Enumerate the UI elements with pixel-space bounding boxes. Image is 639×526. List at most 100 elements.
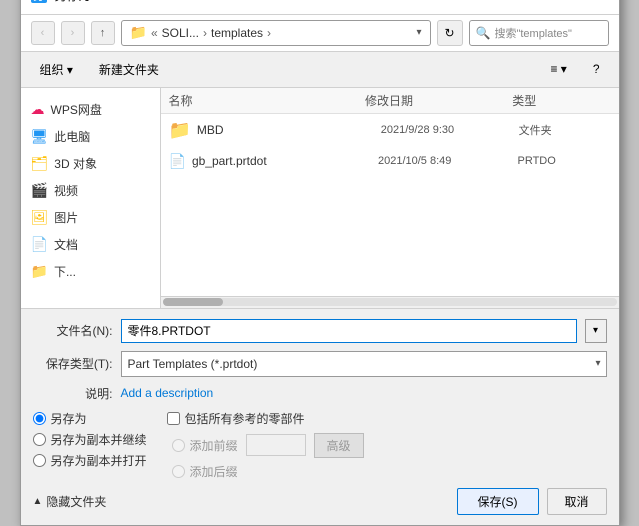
- radio-add-prefix: 添加前缀: [172, 437, 238, 454]
- file-name-mbd: MBD: [197, 123, 381, 137]
- file-gbpart-icon: 📄: [169, 153, 186, 170]
- save-mode-options: 另存为 另存为副本并继续 另存为副本并打开: [33, 410, 147, 480]
- hide-files-toggle[interactable]: ▲ 隐藏文件夹: [33, 493, 107, 510]
- file-type-gbpart: PRTDO: [517, 155, 610, 167]
- save-button[interactable]: 保存(S): [457, 488, 539, 515]
- file-date-mbd: 2021/9/28 9:30: [381, 124, 519, 136]
- pc-icon: 🖥: [31, 128, 49, 145]
- file-type-mbd: 文件夹: [519, 122, 611, 138]
- filename-dropdown-button[interactable]: ▾: [585, 319, 607, 343]
- refresh-button[interactable]: ↻: [437, 20, 463, 46]
- breadcrumb-part2: templates: [211, 26, 263, 40]
- sidebar-item-videos-label: 视频: [54, 182, 78, 199]
- radio-save-copy-continue-label: 另存为副本并继续: [51, 431, 147, 448]
- filetype-label: 保存类型(T):: [33, 355, 113, 372]
- sidebar-item-documents[interactable]: 📄 文档: [21, 231, 160, 258]
- title-bar: 另 另存为 ✕: [21, 0, 619, 15]
- navigation-bar: ‹ › ↑ 📁 « SOLI... › templates › ▾ ↻ 🔍 搜索…: [21, 15, 619, 52]
- breadcrumb[interactable]: 📁 « SOLI... › templates › ▾: [121, 20, 431, 46]
- scrollbar-track: [163, 298, 617, 306]
- file-item-mbd[interactable]: 📁 MBD 2021/9/28 9:30 文件夹: [161, 114, 619, 147]
- 3d-icon: 🗂: [31, 155, 49, 172]
- wps-icon: ☁: [31, 101, 45, 118]
- filetype-select[interactable]: Part Templates (*.prtdot): [121, 351, 607, 377]
- prefix-suffix-area: 添加前缀 高级 添加后缀: [172, 433, 607, 480]
- col-header-date: 修改日期: [365, 92, 512, 109]
- sidebar-item-pictures-label: 图片: [54, 209, 78, 226]
- folder-mbd-icon: 📁: [169, 120, 191, 141]
- add-suffix-label: 添加后缀: [190, 463, 238, 480]
- filename-row: 文件名(N): ▾: [33, 319, 607, 343]
- horizontal-scrollbar[interactable]: [161, 296, 619, 308]
- folder-icon: 📁: [130, 24, 147, 41]
- radio-save-copy-open-label: 另存为副本并打开: [51, 452, 147, 469]
- file-list: 📁 MBD 2021/9/28 9:30 文件夹 📄 gb_part.prtdo…: [161, 114, 619, 296]
- description-label: 说明:: [33, 385, 113, 402]
- filename-label: 文件名(N):: [33, 322, 113, 339]
- search-placeholder-text: 搜索"templates": [494, 25, 572, 41]
- search-bar[interactable]: 🔍 搜索"templates": [469, 20, 609, 46]
- search-icon: 🔍: [476, 26, 491, 40]
- breadcrumb-dropdown-arrow[interactable]: ▾: [416, 27, 421, 38]
- col-header-name: 名称: [169, 92, 365, 109]
- advanced-button[interactable]: 高级: [314, 433, 364, 458]
- sidebar-item-this-pc[interactable]: 🖥 此电脑: [21, 123, 160, 150]
- save-as-dialog: 另 另存为 ✕ ‹ › ↑ 📁 « SOLI... › templates › …: [20, 0, 620, 526]
- description-row: 说明: Add a description: [33, 385, 607, 402]
- scrollbar-thumb[interactable]: [163, 298, 223, 306]
- close-button[interactable]: ✕: [585, 0, 609, 6]
- main-area: ☁ WPS网盘 🖥 此电脑 🗂 3D 对象 🎬 视频 🖼 图片 📄 文档: [21, 88, 619, 308]
- radio-save-copy-continue[interactable]: 另存为副本并继续: [33, 431, 147, 448]
- radio-save-copy-open[interactable]: 另存为副本并打开: [33, 452, 147, 469]
- sidebar-item-3d[interactable]: 🗂 3D 对象: [21, 150, 160, 177]
- sidebar: ☁ WPS网盘 🖥 此电脑 🗂 3D 对象 🎬 视频 🖼 图片 📄 文档: [21, 88, 161, 308]
- breadcrumb-part1: SOLI...: [162, 26, 199, 40]
- forward-button[interactable]: ›: [61, 21, 85, 45]
- file-name-gbpart: gb_part.prtdot: [192, 154, 378, 168]
- options-area: 另存为 另存为副本并继续 另存为副本并打开 包括所有参考的零部件: [33, 410, 607, 480]
- picture-icon: 🖼: [31, 209, 49, 226]
- cancel-button[interactable]: 取消: [547, 488, 607, 515]
- file-item-gbpart[interactable]: 📄 gb_part.prtdot 2021/10/5 8:49 PRTDO: [161, 147, 619, 176]
- new-folder-button[interactable]: 新建文件夹: [90, 57, 168, 82]
- filename-input[interactable]: [121, 319, 577, 343]
- dialog-icon: 另: [31, 0, 47, 3]
- hide-files-label: 隐藏文件夹: [46, 493, 106, 510]
- video-icon: 🎬: [31, 182, 48, 199]
- right-options: 包括所有参考的零部件 添加前缀 高级 添加后缀: [167, 410, 607, 480]
- sidebar-item-wps-label: WPS网盘: [51, 101, 102, 118]
- sidebar-item-documents-label: 文档: [54, 236, 78, 253]
- chevron-up-icon: ▲: [33, 496, 43, 507]
- toolbar: 组织 ▾ 新建文件夹 ≡ ▾ ?: [21, 52, 619, 88]
- radio-add-suffix: 添加后缀: [172, 463, 238, 480]
- document-icon: 📄: [31, 236, 48, 253]
- sidebar-item-more[interactable]: 📁 下...: [21, 258, 160, 285]
- back-button[interactable]: ‹: [31, 21, 55, 45]
- sidebar-item-wps[interactable]: ☁ WPS网盘: [21, 96, 160, 123]
- description-link[interactable]: Add a description: [121, 386, 214, 400]
- prefix-row: 添加前缀 高级: [172, 433, 607, 458]
- radio-save-as-label: 另存为: [51, 410, 87, 427]
- radio-save-as[interactable]: 另存为: [33, 410, 147, 427]
- suffix-row: 添加后缀: [172, 463, 607, 480]
- view-button[interactable]: ≡ ▾: [541, 58, 575, 80]
- sidebar-item-videos[interactable]: 🎬 视频: [21, 177, 160, 204]
- organize-button[interactable]: 组织 ▾: [31, 57, 82, 82]
- file-list-header: 名称 修改日期 类型: [161, 88, 619, 114]
- filetype-row: 保存类型(T): Part Templates (*.prtdot) ▾: [33, 351, 607, 377]
- add-prefix-label: 添加前缀: [190, 437, 238, 454]
- sidebar-item-pictures[interactable]: 🖼 图片: [21, 204, 160, 231]
- file-date-gbpart: 2021/10/5 8:49: [378, 155, 518, 167]
- include-refs-checkbox[interactable]: 包括所有参考的零部件: [167, 410, 607, 427]
- bottom-area: 文件名(N): ▾ 保存类型(T): Part Templates (*.prt…: [21, 308, 619, 525]
- sidebar-item-more-label: 下...: [54, 263, 76, 280]
- sidebar-item-3d-label: 3D 对象: [54, 155, 97, 172]
- folder-more-icon: 📁: [31, 263, 48, 280]
- prefix-input[interactable]: [246, 434, 306, 456]
- help-button[interactable]: ?: [584, 58, 609, 80]
- action-row: ▲ 隐藏文件夹 保存(S) 取消: [33, 488, 607, 515]
- dialog-title: 另存为: [55, 0, 577, 4]
- up-button[interactable]: ↑: [91, 21, 115, 45]
- file-list-area: 名称 修改日期 类型 📁 MBD 2021/9/28 9:30 文件夹 📄 gb…: [161, 88, 619, 308]
- sidebar-item-pc-label: 此电脑: [54, 128, 90, 145]
